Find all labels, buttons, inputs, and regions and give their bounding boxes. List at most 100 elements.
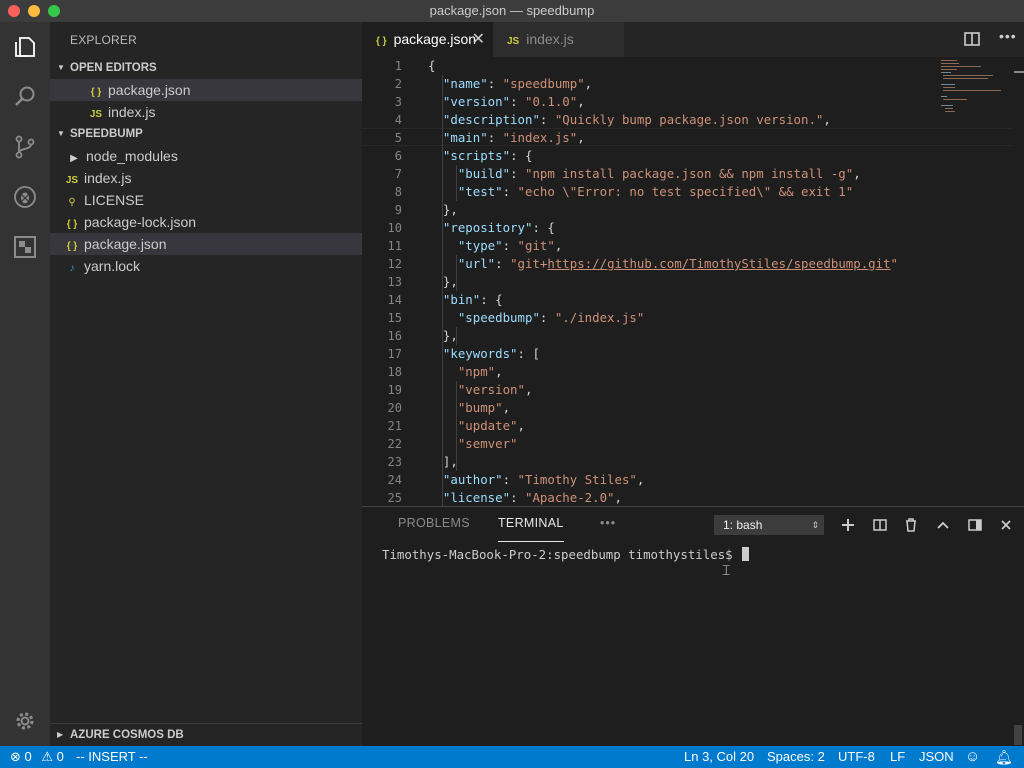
- code-line[interactable]: "semver": [428, 435, 518, 453]
- problems-status[interactable]: ⊗ 0 ⚠ 0: [10, 746, 64, 768]
- minimap[interactable]: [938, 57, 1010, 117]
- code-line[interactable]: },: [428, 327, 458, 345]
- feedback-smiley-icon[interactable]: ☺: [965, 746, 980, 768]
- js-file-icon: JS: [507, 36, 520, 47]
- line-number: 21: [387, 419, 402, 433]
- eol-status[interactable]: LF: [890, 746, 905, 768]
- code-line[interactable]: "description": "Quickly bump package.jso…: [428, 111, 831, 129]
- code-line[interactable]: "speedbump": "./index.js": [428, 309, 645, 327]
- terminal-output[interactable]: Timothys-MacBook-Pro-2:speedbump timothy…: [382, 547, 750, 562]
- terminal-scrollbar[interactable]: [1014, 725, 1022, 745]
- trash-icon: [906, 518, 916, 532]
- tab-problems[interactable]: PROBLEMS: [398, 507, 470, 542]
- notifications-bell-icon[interactable]: 🔔︎: [995, 746, 1013, 768]
- code-line[interactable]: "bin": {: [428, 291, 503, 309]
- code-line[interactable]: "bump",: [428, 399, 510, 417]
- file-item[interactable]: ♪ yarn.lock: [50, 255, 362, 277]
- punctuation: ,: [577, 130, 585, 145]
- punctuation: [428, 310, 458, 325]
- split-editor-button[interactable]: [964, 32, 980, 51]
- title-bar: package.json — speedbump: [0, 0, 1024, 22]
- file-item[interactable]: { } package.json: [50, 233, 362, 255]
- search-activity[interactable]: [0, 72, 50, 122]
- code-line[interactable]: "keywords": [: [428, 345, 540, 363]
- source-control-icon: [15, 135, 35, 159]
- code-line[interactable]: "scripts": {: [428, 147, 533, 165]
- tab-package-json[interactable]: { } package.json ✕: [362, 22, 493, 57]
- json-string: "Apache-2.0": [524, 490, 615, 505]
- json-key: "license": [442, 490, 511, 505]
- code-line[interactable]: "author": "Timothy Stiles",: [428, 471, 644, 489]
- code-line[interactable]: "version",: [428, 381, 533, 399]
- open-editor-item[interactable]: JS index.js: [50, 101, 362, 123]
- code-lines[interactable]: 1 {2 "name": "speedbump", 3 "version": "0.…: [362, 57, 1024, 506]
- indentation-status[interactable]: Spaces: 2: [767, 746, 825, 768]
- panel-more-icon[interactable]: •••: [600, 507, 616, 542]
- search-icon: [15, 86, 35, 106]
- close-panel-button[interactable]: [996, 515, 1016, 535]
- terminal-select[interactable]: 1: bash ⇕: [714, 515, 824, 535]
- json-string: "npm install package.json && npm install…: [524, 166, 854, 181]
- code-line[interactable]: "repository": {: [428, 219, 555, 237]
- punctuation: [428, 76, 443, 91]
- close-window-button[interactable]: [8, 5, 20, 17]
- code-line[interactable]: "type": "git",: [428, 237, 562, 255]
- code-line[interactable]: "build": "npm install package.json && np…: [428, 165, 861, 183]
- code-line[interactable]: {: [428, 57, 435, 75]
- code-line[interactable]: "test": "echo \"Error: no test specified…: [428, 183, 853, 201]
- open-editor-item[interactable]: { } package.json: [50, 79, 362, 101]
- code-line[interactable]: },: [428, 273, 458, 291]
- punctuation: :: [502, 238, 518, 253]
- kill-terminal-button[interactable]: [901, 515, 921, 535]
- code-line[interactable]: "url": "git+https://github.com/TimothySt…: [428, 255, 898, 273]
- extensions-activity[interactable]: [0, 222, 50, 272]
- file-item[interactable]: JS index.js: [50, 167, 362, 189]
- line-number: 22: [387, 437, 402, 451]
- source-control-activity[interactable]: [0, 122, 50, 172]
- editor-scrollbar[interactable]: [1012, 57, 1024, 506]
- punctuation: :: [510, 490, 525, 505]
- open-editors-header[interactable]: ▼ OPEN EDITORS: [50, 57, 362, 79]
- code-line[interactable]: "update",: [428, 417, 525, 435]
- json-string: "git": [517, 238, 555, 253]
- code-line[interactable]: },: [428, 201, 458, 219]
- punctuation: : {: [480, 292, 503, 307]
- json-string[interactable]: https://github.com/TimothyStiles/speedbu…: [547, 256, 890, 271]
- split-terminal-button[interactable]: [870, 515, 890, 535]
- punctuation: [428, 382, 458, 397]
- json-string: "git+: [510, 256, 548, 271]
- settings-activity[interactable]: [0, 696, 50, 746]
- debug-activity[interactable]: [0, 172, 50, 222]
- json-string: "index.js": [502, 130, 578, 145]
- tab-terminal[interactable]: TERMINAL: [498, 507, 564, 542]
- explorer-activity[interactable]: [0, 22, 50, 72]
- file-item[interactable]: { } package-lock.json: [50, 211, 362, 233]
- code-line[interactable]: "name": "speedbump",: [428, 75, 592, 93]
- file-item[interactable]: ⚲ LICENSE: [50, 189, 362, 211]
- more-actions-icon[interactable]: •••: [999, 28, 1017, 44]
- code-line[interactable]: "npm",: [428, 363, 503, 381]
- maximize-panel-button[interactable]: [933, 515, 953, 535]
- code-line[interactable]: "license": "Apache-2.0",: [428, 489, 622, 506]
- project-header[interactable]: ▼ SPEEDBUMP: [50, 123, 362, 145]
- line-number: 13: [387, 275, 402, 289]
- minimize-window-button[interactable]: [28, 5, 40, 17]
- cursor-position-status[interactable]: Ln 3, Col 20: [684, 746, 754, 768]
- code-line[interactable]: ],: [428, 453, 458, 471]
- tab-index-js[interactable]: JS index.js: [493, 22, 624, 57]
- punctuation: ,: [584, 76, 593, 91]
- close-icon: [1001, 520, 1011, 530]
- code-line[interactable]: "version": "0.1.0",: [428, 93, 585, 111]
- new-terminal-button[interactable]: [838, 515, 858, 535]
- files-icon: [15, 37, 35, 57]
- folder-item[interactable]: ▶ node_modules: [50, 145, 362, 167]
- code-line[interactable]: "main": "index.js",: [428, 129, 585, 147]
- punctuation: ],: [428, 454, 458, 469]
- azure-cosmos-header[interactable]: ▶ AZURE COSMOS DB: [50, 723, 362, 745]
- line-number: 16: [387, 329, 402, 343]
- maximize-window-button[interactable]: [48, 5, 60, 17]
- encoding-status[interactable]: UTF-8: [838, 746, 875, 768]
- toggle-panel-position-button[interactable]: [965, 515, 985, 535]
- language-status[interactable]: JSON: [919, 746, 954, 768]
- close-tab-icon[interactable]: ✕: [472, 22, 485, 57]
